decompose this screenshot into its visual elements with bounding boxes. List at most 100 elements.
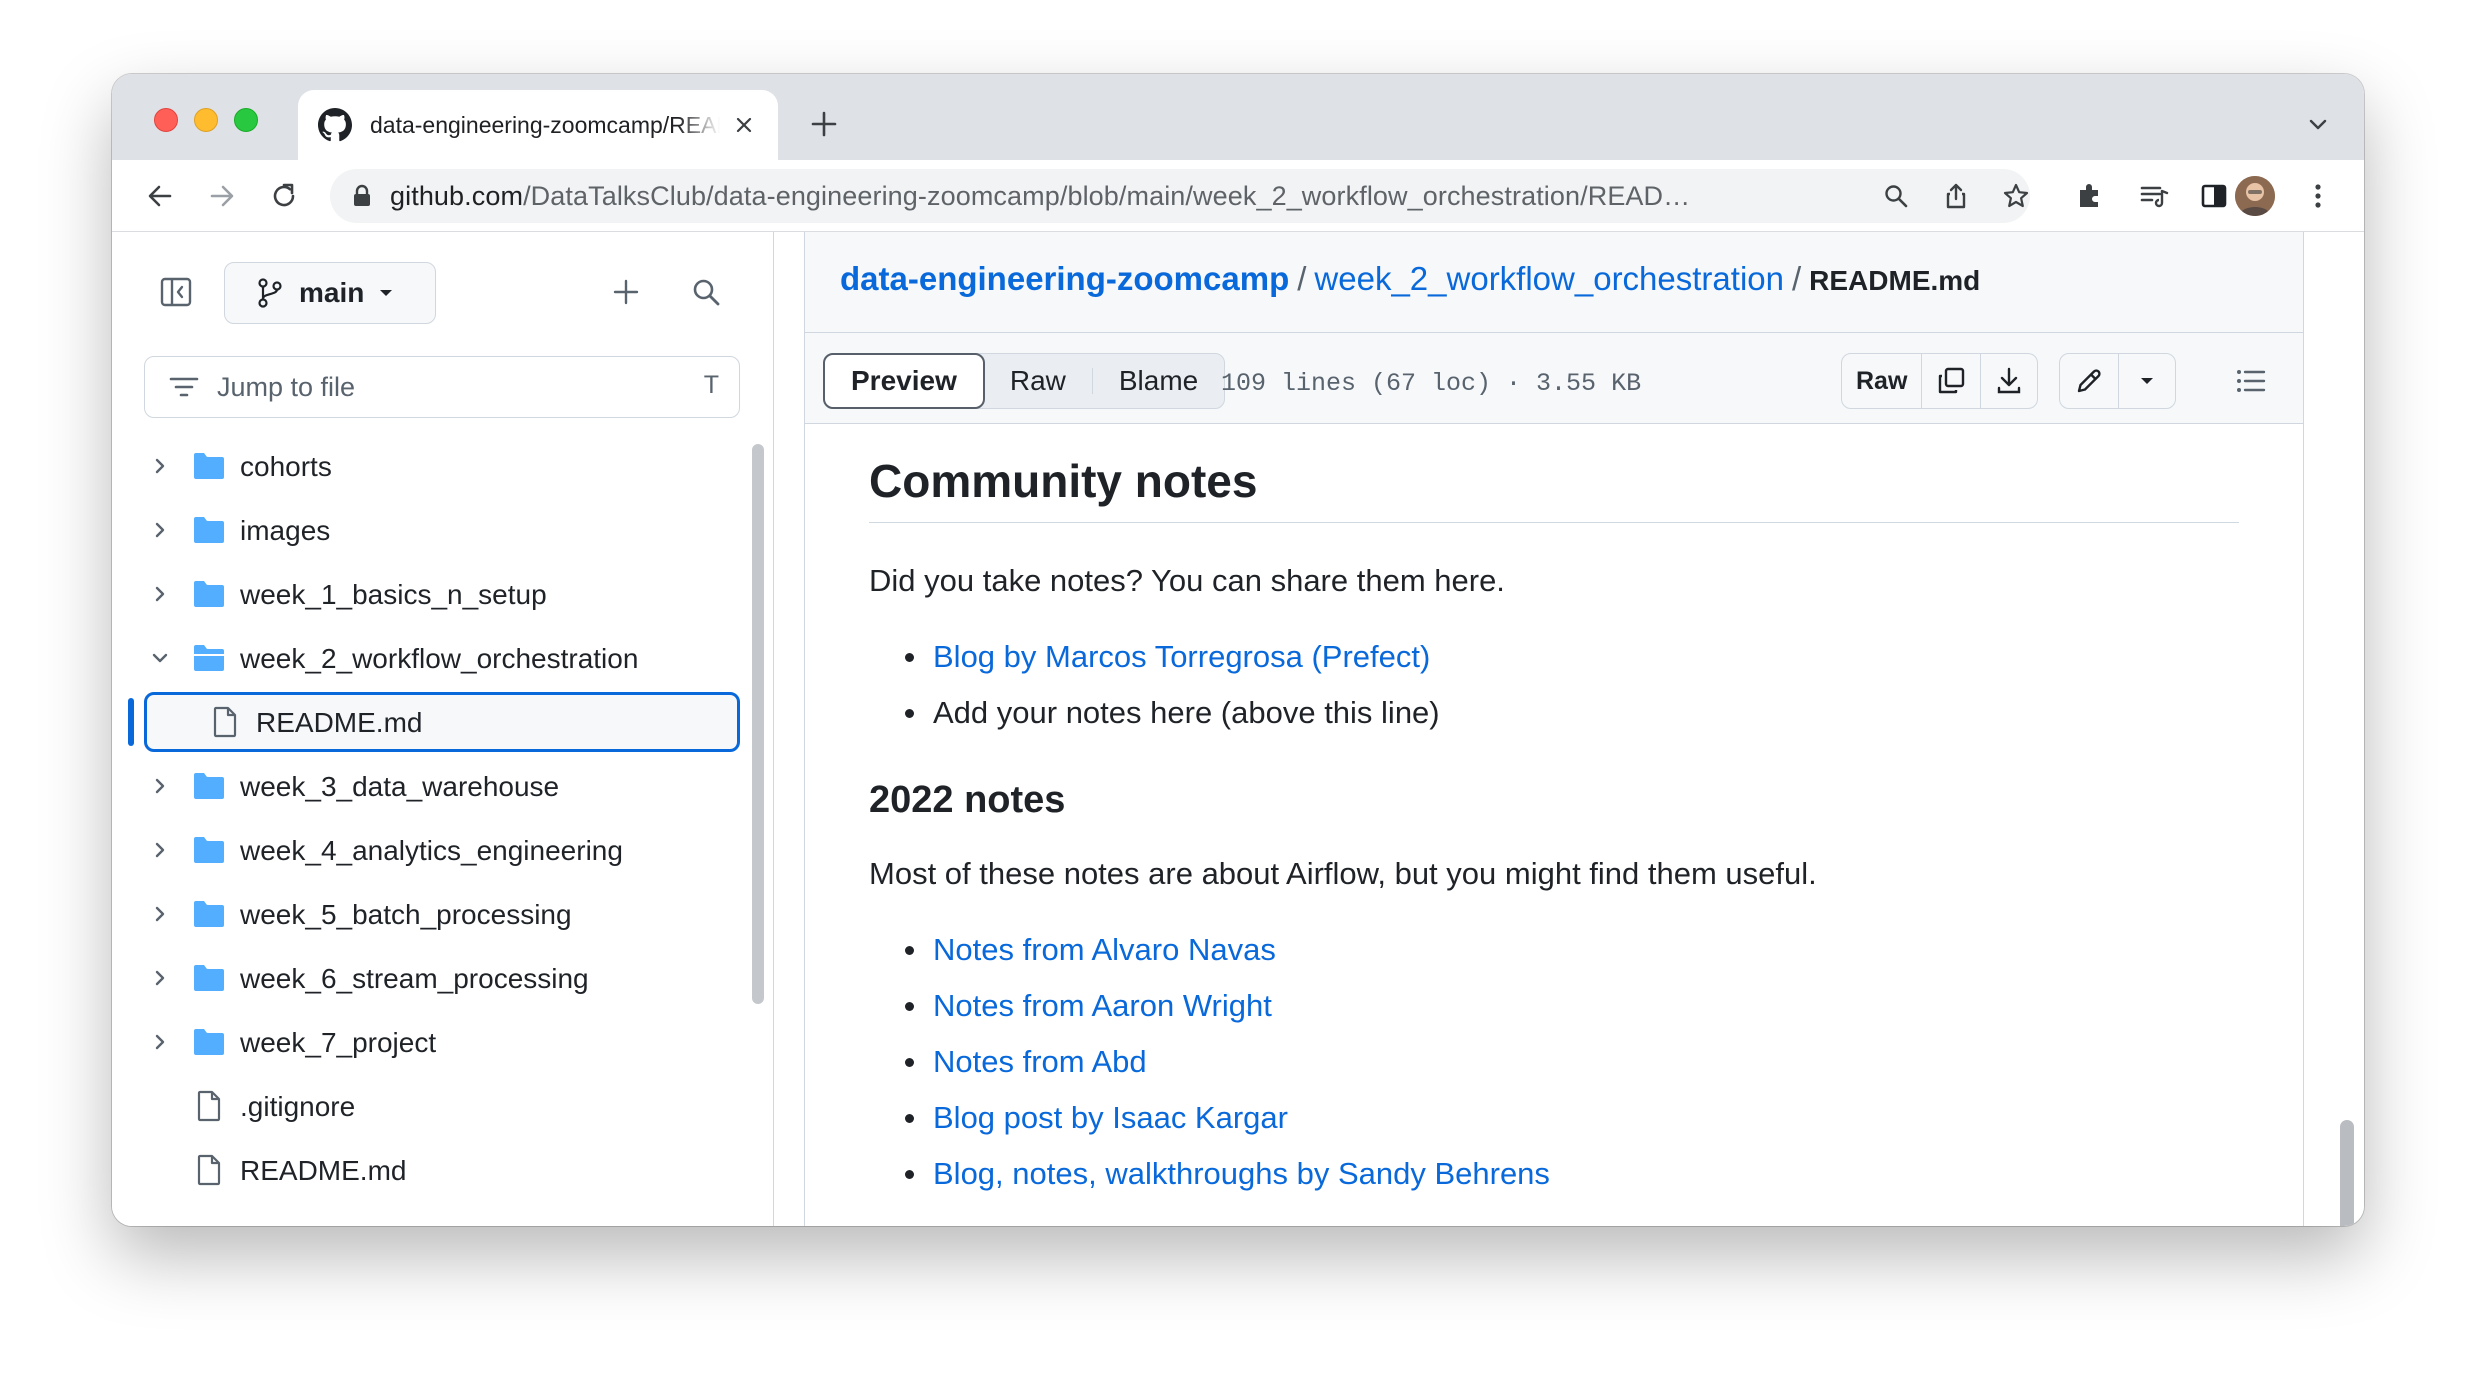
search-icon[interactable] xyxy=(686,272,726,312)
close-tab-icon[interactable] xyxy=(730,111,758,139)
zoom-window-button[interactable] xyxy=(234,108,258,132)
file-tree-sidebar: main T cohorts images week_1_basics_n_setu… xyxy=(112,232,774,1226)
breadcrumb-folder-link[interactable]: week_2_workflow_orchestration xyxy=(1314,260,1784,297)
tree-item-folder[interactable]: week_6_stream_processing xyxy=(112,946,752,1010)
minimize-window-button[interactable] xyxy=(194,108,218,132)
selection-indicator xyxy=(128,698,134,746)
chevron-right-icon[interactable] xyxy=(148,1030,172,1054)
tree-item-label: week_2_workflow_orchestration xyxy=(240,643,639,674)
note-link[interactable]: Notes from Abd xyxy=(933,1044,1147,1079)
forward-arrow-icon[interactable] xyxy=(202,176,242,216)
file-toolbar: Preview Raw Blame 109 lines (67 loc) · 3… xyxy=(804,332,2304,424)
tree-item-file[interactable]: .gitignore xyxy=(112,1074,752,1138)
tree-item-file[interactable]: README.md xyxy=(112,1138,752,1202)
raw-button[interactable]: Raw xyxy=(1842,354,1923,408)
raw-actions-group: Raw xyxy=(1841,353,2039,409)
list-item: Blog, notes, walkthroughs by Sandy Behre… xyxy=(869,1152,2239,1196)
paragraph-2022-notes: Most of these notes are about Airflow, b… xyxy=(869,856,1817,891)
file-size-info: 109 lines (67 loc) · 3.55 KB xyxy=(1221,369,1642,398)
sidebar-scrollbar-thumb[interactable] xyxy=(752,444,764,1004)
chevron-right-icon[interactable] xyxy=(148,838,172,862)
branch-name: main xyxy=(299,277,365,308)
tab-raw[interactable]: Raw xyxy=(984,354,1092,408)
chevron-right-icon[interactable] xyxy=(148,774,172,798)
tree-item-folder[interactable]: images xyxy=(112,498,752,562)
share-icon[interactable] xyxy=(1936,176,1976,216)
jump-to-file-input[interactable] xyxy=(217,371,677,403)
list-item: Notes from Abd xyxy=(869,1040,2239,1084)
folder-icon xyxy=(194,773,224,799)
tab-blame[interactable]: Blame xyxy=(1093,354,1224,408)
breadcrumb-current-file: README.md xyxy=(1809,265,1981,296)
tree-item-label: README.md xyxy=(256,707,423,738)
note-link[interactable]: Blog post by Isaac Kargar xyxy=(933,1100,1288,1135)
bookmark-star-icon[interactable] xyxy=(1996,176,2036,216)
chevron-right-icon[interactable] xyxy=(148,902,172,926)
browser-window: data-engineering-zoomcamp/README.md at m… xyxy=(112,74,2364,1226)
browser-menu-kebab-icon[interactable] xyxy=(2298,176,2338,216)
tree-item-folder[interactable]: week_1_basics_n_setup xyxy=(112,562,752,626)
view-mode-segmented-control: Preview Raw Blame xyxy=(823,353,1226,409)
chevron-right-icon[interactable] xyxy=(148,966,172,990)
note-link[interactable]: Blog by Marcos Torregrosa (Prefect) xyxy=(933,639,1430,674)
tree-item-folder[interactable]: week_3_data_warehouse xyxy=(112,754,752,818)
address-bar[interactable]: github.com/DataTalksClub/data-engineerin… xyxy=(330,169,2030,223)
file-icon xyxy=(197,1090,221,1122)
side-panel-icon[interactable] xyxy=(2194,176,2234,216)
list-item: Add your notes here (above this line) xyxy=(869,691,2239,735)
reading-list-icon[interactable] xyxy=(2134,176,2174,216)
page-scrollbar-thumb[interactable] xyxy=(2340,1120,2354,1226)
file-icon xyxy=(213,706,237,738)
add-file-icon[interactable] xyxy=(606,272,646,312)
caret-down-icon xyxy=(2141,378,2153,384)
reload-icon[interactable] xyxy=(264,176,304,216)
new-tab-icon[interactable] xyxy=(804,104,844,144)
note-link[interactable]: Notes from Alvaro Navas xyxy=(933,932,1276,967)
copy-raw-button[interactable] xyxy=(1922,354,1982,408)
branch-selector-button[interactable]: main xyxy=(224,262,436,324)
tree-item-folder[interactable]: week_7_project xyxy=(112,1010,752,1074)
outline-list-icon[interactable] xyxy=(2231,361,2271,401)
tree-item-label: week_7_project xyxy=(240,1027,437,1058)
note-link[interactable]: Blog, notes, walkthroughs by Sandy Behre… xyxy=(933,1156,1550,1191)
close-window-button[interactable] xyxy=(154,108,178,132)
zoom-search-icon[interactable] xyxy=(1876,176,1916,216)
tab-strip: data-engineering-zoomcamp/README.md at m… xyxy=(112,74,2364,160)
tab-search-chevron-icon[interactable] xyxy=(2300,106,2336,142)
chevron-right-icon[interactable] xyxy=(148,582,172,606)
breadcrumb-repo-link[interactable]: data-engineering-zoomcamp xyxy=(840,260,1289,297)
tree-item-file-selected[interactable]: README.md xyxy=(112,690,752,754)
collapse-sidebar-icon[interactable] xyxy=(154,270,198,314)
tree-item-folder[interactable]: cohorts xyxy=(112,434,752,498)
folder-open-icon xyxy=(194,645,224,671)
tree-item-folder[interactable]: week_4_analytics_engineering xyxy=(112,818,752,882)
chevron-right-icon[interactable] xyxy=(148,518,172,542)
chevron-down-icon[interactable] xyxy=(148,646,172,670)
file-tree: cohorts images week_1_basics_n_setup week_2… xyxy=(112,434,752,1202)
note-link[interactable]: Notes from Aaron Wright xyxy=(933,988,1272,1023)
list-item: Notes from Alvaro Navas xyxy=(869,928,2239,972)
extensions-puzzle-icon[interactable] xyxy=(2070,176,2110,216)
list-item: Blog post by Isaac Kargar xyxy=(869,1096,2239,1140)
pencil-icon xyxy=(2077,369,2101,393)
tree-item-folder-expanded[interactable]: week_2_workflow_orchestration xyxy=(112,626,752,690)
folder-icon xyxy=(194,837,224,863)
edit-options-dropdown[interactable] xyxy=(2119,354,2175,408)
notes-2022-list: Notes from Alvaro Navas Notes from Aaron… xyxy=(869,928,2239,1196)
back-arrow-icon[interactable] xyxy=(140,176,180,216)
folder-icon xyxy=(194,453,224,479)
chevron-right-icon[interactable] xyxy=(148,454,172,478)
folder-icon xyxy=(194,901,224,927)
download-button[interactable] xyxy=(1981,354,2037,408)
lock-icon[interactable] xyxy=(352,184,372,208)
community-notes-list: Blog by Marcos Torregrosa (Prefect) Add … xyxy=(869,635,2239,735)
folder-icon xyxy=(194,517,224,543)
browser-tab-active[interactable]: data-engineering-zoomcamp/README.md at m… xyxy=(298,90,778,160)
edit-file-button[interactable] xyxy=(2060,354,2119,408)
jump-to-file-field[interactable]: T xyxy=(144,356,740,418)
tree-item-label: week_4_analytics_engineering xyxy=(240,835,623,866)
heading-2022-notes: 2022 notes xyxy=(869,779,1066,821)
tree-item-folder[interactable]: week_5_batch_processing xyxy=(112,882,752,946)
profile-avatar[interactable] xyxy=(2235,176,2275,216)
tab-preview[interactable]: Preview xyxy=(823,353,985,409)
